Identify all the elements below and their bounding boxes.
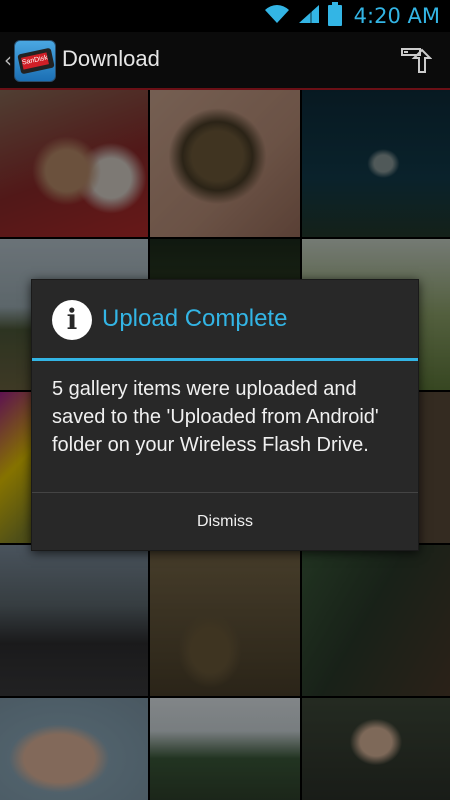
status-bar: 4:20 AM [0, 0, 450, 32]
upload-icon[interactable] [400, 44, 433, 76]
upload-complete-dialog: i Upload Complete 5 gallery items were u… [31, 279, 419, 551]
status-time: 4:20 AM [353, 4, 440, 28]
dismiss-button[interactable]: Dismiss [32, 493, 418, 551]
signal-icon [298, 4, 320, 28]
dialog-title: Upload Complete [102, 305, 288, 332]
info-icon: i [52, 300, 92, 340]
page-title[interactable]: Download [62, 46, 160, 72]
app-logo-icon[interactable]: SanDisk [14, 40, 56, 82]
dialog-message: 5 gallery items were uploaded and saved … [52, 378, 379, 456]
battery-icon [327, 2, 342, 30]
action-bar: ‹ SanDisk Download [0, 32, 450, 90]
up-caret-icon[interactable]: ‹ [4, 48, 12, 72]
wifi-icon [264, 4, 290, 28]
dialog-title-divider [32, 358, 418, 361]
dialog-header: i Upload Complete [32, 280, 418, 360]
